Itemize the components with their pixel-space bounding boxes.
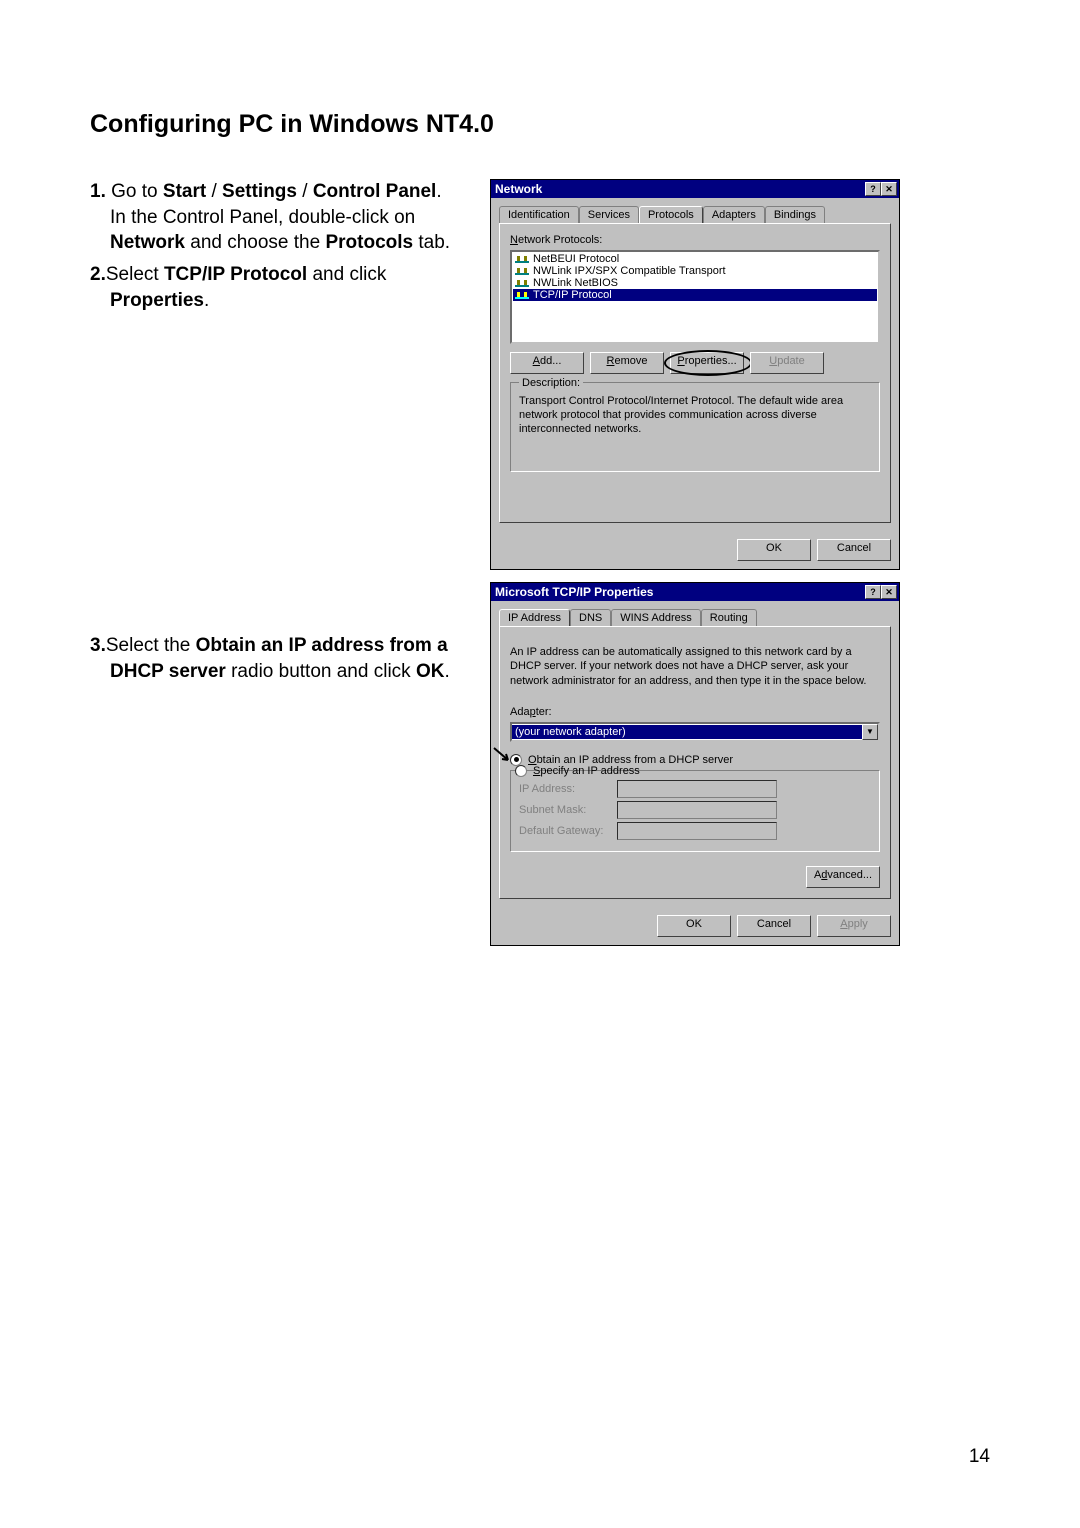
text: / — [206, 181, 222, 202]
subnet-mask-label: Subnet Mask: — [519, 804, 609, 816]
text-bold: Protocols — [325, 232, 413, 253]
text-bold: OK — [416, 661, 445, 682]
instruction-column: 1. Go to Start / Settings / Control Pane… — [90, 179, 460, 690]
tab-identification[interactable]: Identification — [499, 206, 579, 223]
specify-group: Specify an IP address IP Address: Subnet… — [510, 770, 880, 852]
arrow-annotation-icon — [492, 746, 514, 769]
cancel-button[interactable]: Cancel — [817, 539, 891, 561]
text: N — [510, 234, 518, 246]
text: radio button and click — [226, 661, 416, 682]
tab-row: Identification Services Protocols Adapte… — [499, 206, 891, 223]
step-1: 1. Go to Start / Settings / Control Pane… — [90, 179, 460, 256]
protocol-icon — [515, 277, 529, 289]
protocol-icon — [515, 289, 529, 301]
properties-button[interactable]: Properties... — [670, 352, 744, 374]
dialog-title: Network — [495, 182, 542, 196]
tcpip-dialog: Microsoft TCP/IP Properties ? ✕ IP Addre… — [490, 582, 900, 946]
radio-obtain-dhcp[interactable]: Obtain an IP address from a DHCP server — [510, 754, 880, 766]
chevron-down-icon[interactable]: ▼ — [862, 724, 878, 740]
text-bold: Properties — [110, 290, 204, 311]
text: Select — [106, 264, 164, 285]
protocol-icon — [515, 253, 529, 265]
page-title: Configuring PC in Windows NT4.0 — [90, 110, 990, 139]
list-item[interactable]: NetBEUI Protocol — [513, 253, 877, 265]
network-dialog: Network ? ✕ Identification Services Prot… — [490, 179, 900, 570]
description-group: Description: Transport Control Protocol/… — [510, 382, 880, 472]
text: Go to — [106, 181, 163, 202]
tab-bindings[interactable]: Bindings — [765, 206, 825, 223]
ok-button[interactable]: OK — [737, 539, 811, 561]
adapter-label: Adapter: — [510, 706, 880, 718]
page-number: 14 — [969, 1446, 990, 1468]
text: and choose the — [185, 232, 326, 253]
list-item-label: NetBEUI Protocol — [533, 253, 619, 265]
tab-ip-address[interactable]: IP Address — [499, 609, 570, 626]
protocols-label: Network Protocols: — [510, 234, 880, 246]
description-text: Transport Control Protocol/Internet Prot… — [519, 395, 871, 436]
titlebar: Microsoft TCP/IP Properties ? ✕ — [491, 583, 899, 601]
protocols-panel: Network Protocols: NetBEUI Protocol — [499, 223, 891, 523]
add-button[interactable]: Add... — [510, 352, 584, 374]
step-3: 3.Select the Obtain an IP address from a… — [90, 633, 460, 684]
radio-label: Obtain an IP address from a DHCP server — [528, 754, 733, 766]
ip-address-input — [617, 780, 777, 798]
step-num: 2. — [90, 264, 106, 285]
close-icon[interactable]: ✕ — [881, 585, 897, 599]
list-item-label: TCP/IP Protocol — [533, 289, 612, 301]
list-item[interactable]: NWLink NetBIOS — [513, 277, 877, 289]
combo-selected: (your network adapter) — [512, 725, 862, 739]
text: . — [444, 661, 449, 682]
text-bold: Control Panel — [313, 181, 437, 202]
titlebar: Network ? ✕ — [491, 180, 899, 198]
text: Select the — [106, 635, 196, 656]
list-item-selected[interactable]: TCP/IP Protocol — [513, 289, 877, 301]
tab-wins[interactable]: WINS Address — [611, 609, 701, 626]
close-icon[interactable]: ✕ — [881, 182, 897, 196]
text-bold: Start — [163, 181, 206, 202]
protocols-listbox[interactable]: NetBEUI Protocol NWLink IPX/SPX Compatib… — [510, 250, 880, 344]
apply-button: Apply — [817, 915, 891, 937]
tab-adapters[interactable]: Adapters — [703, 206, 765, 223]
text: . — [204, 290, 209, 311]
advanced-button[interactable]: Advanced... — [806, 866, 880, 888]
update-button: Update — [750, 352, 824, 374]
dialog-title: Microsoft TCP/IP Properties — [495, 585, 653, 599]
help-icon[interactable]: ? — [865, 585, 881, 599]
text-bold: Network — [110, 232, 185, 253]
tab-row: IP Address DNS WINS Address Routing — [499, 609, 891, 626]
step-num: 1. — [90, 181, 106, 202]
text: tab. — [413, 232, 450, 253]
gateway-label: Default Gateway: — [519, 825, 609, 837]
ipaddress-panel: An IP address can be automatically assig… — [499, 626, 891, 899]
list-item-label: NWLink NetBIOS — [533, 277, 618, 289]
tab-dns[interactable]: DNS — [570, 609, 611, 626]
text-bold: TCP/IP Protocol — [164, 264, 307, 285]
tab-services[interactable]: Services — [579, 206, 639, 223]
step-2: 2.Select TCP/IP Protocol and click Prope… — [90, 262, 460, 313]
ok-button[interactable]: OK — [657, 915, 731, 937]
radio-icon[interactable] — [515, 765, 527, 777]
text: and click — [307, 264, 386, 285]
list-item[interactable]: NWLink IPX/SPX Compatible Transport — [513, 265, 877, 277]
radio-specify-label: Specify an IP address — [533, 765, 640, 777]
text-bold: Settings — [222, 181, 297, 202]
group-title: Description: — [519, 377, 583, 389]
tab-routing[interactable]: Routing — [701, 609, 757, 626]
protocol-icon — [515, 265, 529, 277]
tab-protocols[interactable]: Protocols — [639, 206, 703, 223]
subnet-mask-input — [617, 801, 777, 819]
info-text: An IP address can be automatically assig… — [510, 645, 880, 688]
cancel-button[interactable]: Cancel — [737, 915, 811, 937]
remove-button[interactable]: Remove — [590, 352, 664, 374]
help-icon[interactable]: ? — [865, 182, 881, 196]
step-num: 3. — [90, 635, 106, 656]
gateway-input — [617, 822, 777, 840]
text: / — [297, 181, 313, 202]
list-item-label: NWLink IPX/SPX Compatible Transport — [533, 265, 726, 277]
ip-address-label: IP Address: — [519, 783, 609, 795]
adapter-combo[interactable]: (your network adapter) ▼ — [510, 722, 880, 742]
